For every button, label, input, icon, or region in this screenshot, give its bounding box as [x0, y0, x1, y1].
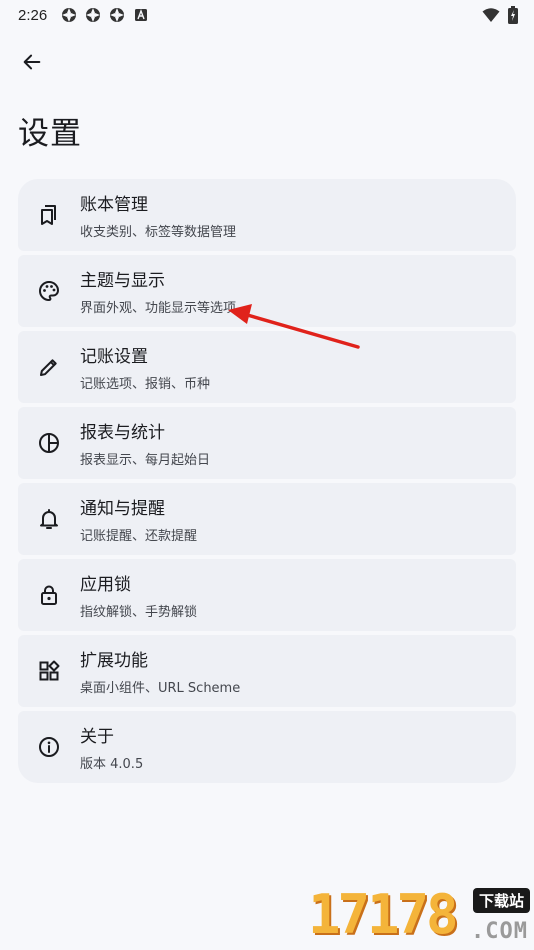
settings-item-ledger-management[interactable]: 账本管理 收支类别、标签等数据管理 [18, 179, 516, 251]
info-icon [39, 737, 59, 757]
pie-chart-icon [39, 433, 59, 453]
watermark-digits: 17178 [308, 883, 459, 946]
settings-item-title: 通知与提醒 [80, 499, 165, 519]
watermark-logo: 17178 下载站 .COM [308, 883, 534, 950]
wifi-icon [482, 8, 500, 22]
settings-item-subtitle: 界面外观、功能显示等选项 [80, 301, 237, 316]
settings-item-subtitle: 记账选项、报销、币种 [80, 377, 211, 392]
arrow-back-icon [23, 54, 41, 70]
settings-item-title: 记账设置 [80, 347, 148, 367]
page-title: 设置 [18, 116, 82, 152]
app-notification-icon [110, 8, 125, 22]
settings-item-subtitle: 桌面小组件、URL Scheme [80, 681, 241, 696]
widgets-icon [39, 660, 60, 681]
pencil-icon [40, 359, 57, 376]
settings-item-reports[interactable]: 报表与统计 报表显示、每月起始日 [18, 407, 516, 479]
bell-icon [40, 509, 58, 529]
settings-item-subtitle: 版本 4.0.5 [80, 757, 144, 772]
book-icon [41, 205, 56, 225]
settings-item-subtitle: 指纹解锁、手势解锁 [80, 605, 198, 620]
status-bar: 2:26 [0, 0, 534, 30]
settings-item-title: 报表与统计 [80, 423, 165, 443]
settings-list: 账本管理 收支类别、标签等数据管理 主题与显示 界面外观、功能显示等选项 记账设… [18, 179, 516, 783]
settings-item-app-lock[interactable]: 应用锁 指纹解锁、手势解锁 [18, 559, 516, 631]
settings-item-title: 账本管理 [80, 195, 148, 215]
settings-item-title: 主题与显示 [80, 271, 165, 291]
status-time: 2:26 [18, 6, 48, 24]
settings-screen: 2:26 设置 账本管理 收支类别、标签等数据管理 主题与显示 界面外观、功能显… [0, 0, 534, 950]
settings-item-subtitle: 报表显示、每月起始日 [80, 453, 211, 468]
notification-icons [61, 7, 149, 23]
settings-item-subtitle: 记账提醒、还款提醒 [80, 529, 198, 544]
settings-item-notifications[interactable]: 通知与提醒 记账提醒、还款提醒 [18, 483, 516, 555]
settings-item-theme-display[interactable]: 主题与显示 界面外观、功能显示等选项 [18, 255, 516, 327]
settings-item-about[interactable]: 关于 版本 4.0.5 [18, 711, 516, 783]
settings-item-title: 关于 [80, 727, 114, 747]
app-notification-icon [86, 8, 101, 22]
palette-icon [39, 280, 60, 302]
settings-item-extensions[interactable]: 扩展功能 桌面小组件、URL Scheme [18, 635, 516, 707]
system-icons [482, 6, 518, 24]
settings-item-subtitle: 收支类别、标签等数据管理 [80, 225, 237, 240]
battery-icon [508, 6, 518, 24]
watermark-badge: 下载站 [472, 888, 530, 913]
watermark-suffix: .COM [471, 919, 528, 944]
back-button[interactable] [14, 44, 50, 80]
settings-item-title: 应用锁 [80, 575, 131, 595]
settings-item-bookkeeping[interactable]: 记账设置 记账选项、报销、币种 [18, 331, 516, 403]
lock-icon [41, 585, 57, 605]
settings-item-title: 扩展功能 [80, 651, 148, 671]
app-notification-icon [62, 8, 77, 22]
keyboard-notification-icon [135, 9, 148, 21]
